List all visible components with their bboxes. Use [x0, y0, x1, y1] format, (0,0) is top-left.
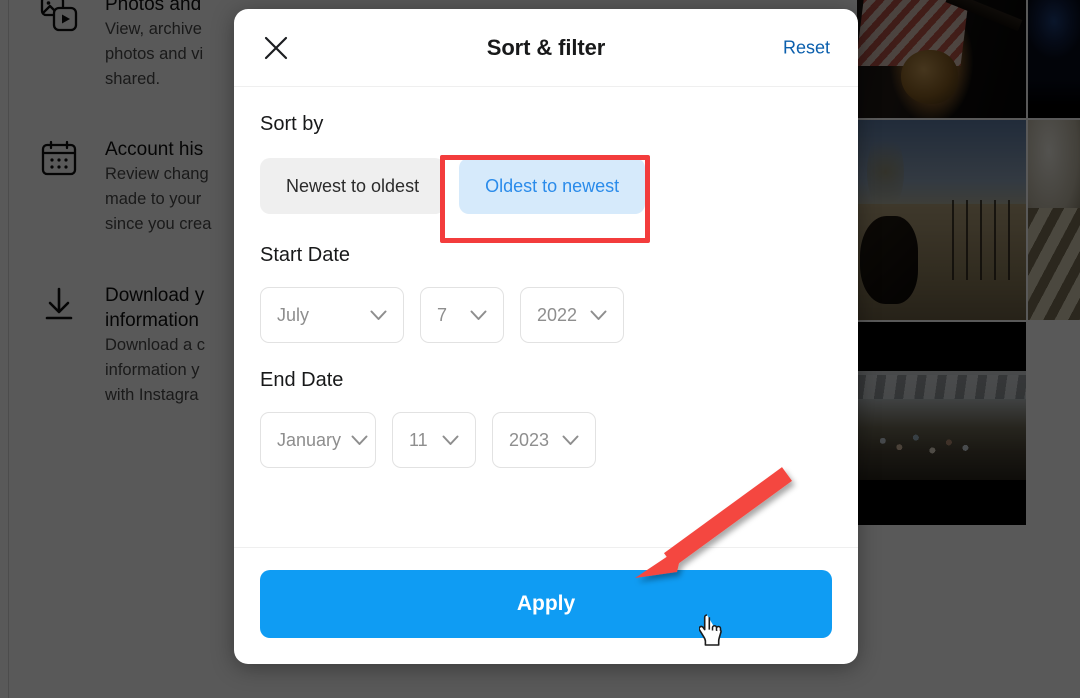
start-date-day-value: 7	[437, 304, 448, 325]
end-date-year-value: 2023	[509, 429, 550, 450]
chevron-down-icon	[562, 430, 579, 451]
close-icon[interactable]	[258, 30, 294, 66]
start-date-group: Start Date July 7 2022	[260, 244, 832, 343]
photo-snow-village[interactable]	[857, 322, 1026, 525]
calendar-icon	[37, 137, 81, 181]
end-date-year-select[interactable]: 2023	[492, 412, 596, 468]
end-date-day-select[interactable]: 11	[392, 412, 476, 468]
end-date-group: End Date January 11 2023	[260, 369, 832, 468]
start-date-day-select[interactable]: 7	[420, 287, 504, 343]
chevron-down-icon	[590, 305, 607, 326]
sort-option-newest-to-oldest[interactable]: Newest to oldest	[260, 158, 446, 214]
start-date-year-value: 2022	[537, 304, 578, 325]
reset-button[interactable]: Reset	[783, 37, 830, 58]
start-date-selects: July 7 2022	[260, 287, 832, 343]
start-date-month-select[interactable]: July	[260, 287, 404, 343]
photo-fur-stairs[interactable]	[1028, 120, 1080, 320]
photo-night-sky[interactable]	[1028, 0, 1080, 118]
sort-options-group: Newest to oldest Oldest to newest	[260, 158, 832, 214]
start-date-year-select[interactable]: 2022	[520, 287, 624, 343]
screen: Photos and View, archive photos and vi s…	[0, 0, 1080, 698]
sort-filter-dialog: Sort & filter Reset Sort by Newest to ol…	[234, 9, 858, 664]
photo-goat-field[interactable]	[857, 120, 1026, 320]
end-date-selects: January 11 2023	[260, 412, 832, 468]
dialog-body: Sort by Newest to oldest Oldest to newes…	[234, 87, 858, 547]
photos-videos-icon	[37, 0, 81, 36]
chevron-down-icon	[370, 305, 387, 326]
photo-guitarist[interactable]	[857, 0, 1026, 118]
chevron-down-icon	[470, 305, 487, 326]
dialog-title: Sort & filter	[486, 34, 606, 60]
chevron-down-icon	[442, 430, 459, 451]
apply-button[interactable]: Apply	[260, 570, 832, 638]
end-date-label: End Date	[260, 369, 344, 391]
dialog-footer: Apply	[234, 547, 858, 664]
start-date-month-value: July	[277, 304, 310, 325]
end-date-day-value: 11	[409, 429, 428, 450]
download-icon	[37, 283, 81, 327]
sort-by-label: Sort by	[260, 113, 324, 135]
end-date-month-select[interactable]: January	[260, 412, 376, 468]
sort-option-oldest-to-newest[interactable]: Oldest to newest	[459, 158, 646, 214]
dialog-header: Sort & filter Reset	[234, 9, 858, 87]
start-date-label: Start Date	[260, 244, 351, 266]
end-date-month-value: January	[277, 429, 342, 450]
chevron-down-icon	[351, 430, 368, 451]
